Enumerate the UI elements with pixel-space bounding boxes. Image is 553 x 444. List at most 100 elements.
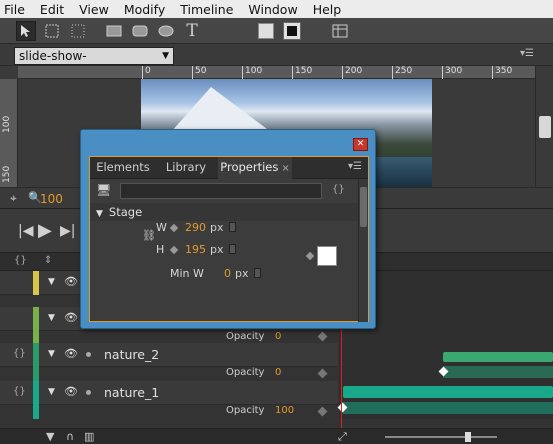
braces-icon[interactable]: {} bbox=[14, 255, 27, 266]
text-tool-icon[interactable]: T bbox=[182, 21, 202, 41]
menu-file[interactable]: File bbox=[4, 2, 25, 17]
property-row[interactable]: Opacity 0 bbox=[0, 331, 338, 343]
opacity-value[interactable]: 100 bbox=[275, 405, 294, 416]
braces-icon[interactable]: {} bbox=[332, 184, 345, 195]
border-color-swatch[interactable] bbox=[282, 21, 302, 41]
width-unit[interactable]: px bbox=[210, 221, 224, 234]
expand-arrow-icon[interactable]: ▼ bbox=[48, 387, 55, 397]
rectangle-tool-icon[interactable] bbox=[104, 21, 124, 41]
expand-arrow-icon[interactable]: ▼ bbox=[48, 313, 55, 323]
eye-icon[interactable]: 👁 bbox=[64, 275, 78, 288]
panel-scrollbar[interactable] bbox=[358, 179, 368, 322]
panel-menu-icon[interactable]: ▾☰ bbox=[520, 48, 534, 59]
layer-row-nature-2[interactable]: {} ▼ 👁 nature_2 bbox=[0, 343, 338, 367]
grid-icon[interactable] bbox=[330, 21, 350, 41]
filter-icon[interactable]: ▼ bbox=[46, 430, 54, 443]
height-unit[interactable]: px bbox=[210, 243, 224, 256]
zoom-value[interactable]: 100 bbox=[40, 192, 63, 206]
layer-color-bar bbox=[33, 307, 39, 331]
property-track[interactable] bbox=[343, 402, 553, 414]
menu-window[interactable]: Window bbox=[248, 2, 297, 17]
ruler-tick: 100 bbox=[2, 115, 12, 133]
transform-tool-icon[interactable] bbox=[42, 21, 62, 41]
grid-icon[interactable]: ▥ bbox=[84, 430, 94, 443]
ruler-tick: 250 bbox=[392, 66, 412, 79]
background-color-swatch[interactable] bbox=[317, 246, 337, 266]
keyframe-diamond-icon[interactable] bbox=[305, 251, 315, 261]
scrollbar-thumb[interactable] bbox=[539, 116, 551, 138]
magnet-icon[interactable]: ∩ bbox=[66, 430, 74, 443]
go-to-end-icon[interactable]: ▶| bbox=[60, 223, 75, 239]
property-row[interactable]: Opacity 0 bbox=[0, 367, 338, 381]
eye-icon[interactable]: 👁 bbox=[64, 311, 78, 324]
eye-icon[interactable]: 👁 bbox=[64, 347, 78, 360]
collapse-all-icon[interactable]: ⇕ bbox=[44, 255, 52, 266]
expand-arrow-icon[interactable]: ▼ bbox=[48, 277, 55, 287]
clipping-tool-icon[interactable] bbox=[68, 21, 88, 41]
menu-edit[interactable]: Edit bbox=[40, 2, 64, 17]
tools-bar: T bbox=[0, 18, 553, 44]
tab-library[interactable]: Library bbox=[156, 157, 216, 179]
chevron-down-icon[interactable]: ▼ bbox=[162, 48, 169, 65]
panel-menu-icon[interactable]: ▾☰ bbox=[348, 161, 362, 172]
zoom-slider-thumb[interactable] bbox=[465, 432, 471, 442]
keyframe-diamond-icon[interactable] bbox=[317, 406, 328, 417]
link-dimensions-icon[interactable]: ⛓ bbox=[142, 229, 156, 242]
menu-modify[interactable]: Modify bbox=[124, 2, 165, 17]
lock-dot-icon[interactable] bbox=[86, 352, 91, 357]
ellipse-tool-icon[interactable] bbox=[156, 21, 176, 41]
stage-vertical-scrollbar[interactable] bbox=[535, 66, 553, 187]
lock-dot-icon[interactable] bbox=[86, 390, 91, 395]
selection-tool-icon[interactable] bbox=[16, 21, 36, 41]
keyframe-diamond-icon[interactable] bbox=[317, 368, 328, 379]
property-row[interactable]: Opacity 100 bbox=[0, 405, 338, 419]
width-toggle[interactable] bbox=[229, 222, 236, 232]
braces-icon[interactable]: {} bbox=[13, 386, 26, 397]
properties-dialog: ✕ Elements Library Properties × ▾☰ 🖥 {} ▼… bbox=[80, 129, 376, 329]
ruler-tick: 50 bbox=[192, 66, 206, 79]
close-button[interactable]: ✕ bbox=[353, 138, 368, 151]
animation-bar[interactable] bbox=[443, 352, 553, 362]
tab-elements[interactable]: Elements bbox=[90, 157, 156, 179]
menu-view[interactable]: View bbox=[79, 2, 109, 17]
ruler-tick: 200 bbox=[342, 66, 362, 79]
expand-arrow-icon[interactable]: ▼ bbox=[96, 209, 103, 219]
property-track[interactable] bbox=[443, 366, 553, 378]
layer-name[interactable]: nature_1 bbox=[104, 385, 159, 400]
element-id-field[interactable] bbox=[120, 183, 322, 199]
close-tab-icon[interactable]: × bbox=[281, 163, 289, 174]
menu-help[interactable]: Help bbox=[313, 2, 342, 17]
eye-icon[interactable]: 👁 bbox=[64, 385, 78, 398]
layer-color-bar bbox=[33, 381, 39, 405]
min-width-toggle[interactable] bbox=[254, 268, 261, 278]
opacity-value[interactable]: 0 bbox=[275, 367, 281, 378]
scrollbar-thumb[interactable] bbox=[360, 187, 367, 227]
ruler-tick: 100 bbox=[242, 66, 262, 79]
keyframe-diamond-icon[interactable] bbox=[317, 331, 328, 342]
document-tab[interactable]: slide-show-animation.html* ▼ bbox=[14, 47, 174, 80]
go-to-start-icon[interactable]: |◀ bbox=[18, 223, 33, 239]
rounded-rectangle-tool-icon[interactable] bbox=[130, 21, 150, 41]
animation-bar[interactable] bbox=[343, 386, 553, 398]
min-width-unit[interactable]: px bbox=[235, 267, 249, 280]
min-width-value[interactable]: 0 bbox=[224, 267, 231, 280]
tab-properties[interactable]: Properties × bbox=[218, 157, 292, 179]
zoom-slider[interactable] bbox=[385, 436, 497, 438]
height-toggle[interactable] bbox=[229, 244, 236, 254]
width-label: W bbox=[156, 221, 167, 234]
width-value[interactable]: 290 bbox=[185, 221, 206, 234]
play-icon[interactable]: ▶ bbox=[38, 220, 52, 241]
fit-icon[interactable]: ⤢ bbox=[338, 430, 347, 444]
layer-name[interactable]: nature_2 bbox=[104, 347, 159, 362]
keyframe-diamond-icon[interactable] bbox=[169, 245, 179, 255]
layer-row-nature-1[interactable]: {} ▼ 👁 nature_1 bbox=[0, 381, 338, 405]
keyframe-diamond-icon[interactable] bbox=[169, 223, 179, 233]
expand-arrow-icon[interactable]: ▼ bbox=[48, 349, 55, 359]
crosshair-icon[interactable]: ⌖ bbox=[10, 191, 17, 206]
opacity-value[interactable]: 0 bbox=[275, 331, 281, 342]
braces-icon[interactable]: {} bbox=[13, 348, 26, 359]
fill-color-swatch[interactable] bbox=[256, 21, 276, 41]
menu-timeline[interactable]: Timeline bbox=[180, 2, 233, 17]
height-value[interactable]: 195 bbox=[185, 243, 206, 256]
stage-section-header[interactable]: ▼ Stage bbox=[90, 203, 358, 221]
